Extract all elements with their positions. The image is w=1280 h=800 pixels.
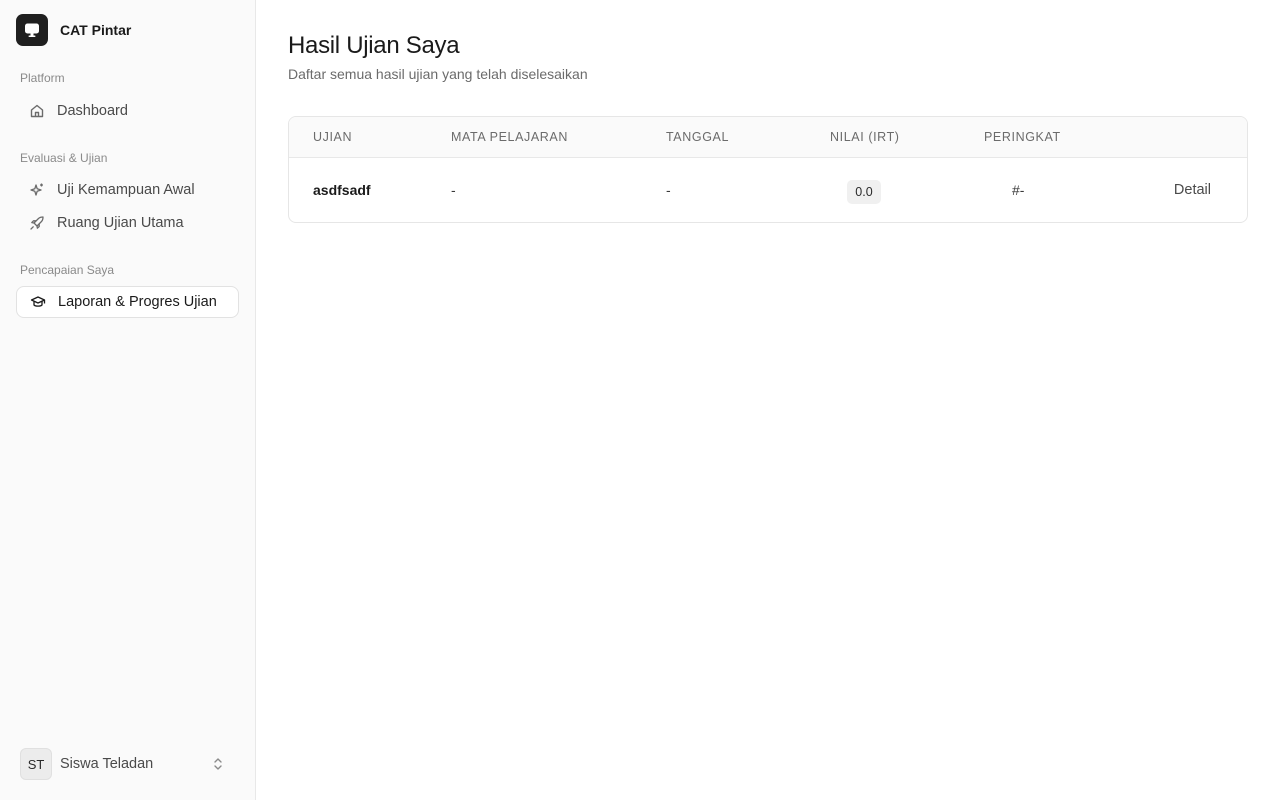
cell-mata-pelajaran: - <box>451 182 456 198</box>
section-label-platform: Platform <box>20 71 65 85</box>
score-badge: 0.0 <box>847 180 881 204</box>
rocket-icon <box>28 215 45 232</box>
page-title: Hasil Ujian Saya <box>288 32 460 59</box>
home-icon <box>28 103 45 120</box>
app-root: CAT Pintar Platform Dashboard Evaluasi &… <box>0 0 1280 800</box>
column-header-nilai: NILAI (IRT) <box>830 130 900 144</box>
page-subtitle: Daftar semua hasil ujian yang telah dise… <box>288 66 588 82</box>
section-label-evaluasi: Evaluasi & Ujian <box>20 151 108 165</box>
section-label-pencapaian: Pencapaian Saya <box>20 263 115 277</box>
sidebar-item-laporan-progres[interactable]: Laporan & Progres Ujian <box>16 286 239 318</box>
sidebar-item-uji-kemampuan-awal[interactable]: Uji Kemampuan Awal <box>16 174 239 206</box>
results-table: UJIAN MATA PELAJARAN TANGGAL NILAI (IRT)… <box>288 116 1248 223</box>
avatar: ST <box>20 748 52 780</box>
sidebar-item-label: Ruang Ujian Utama <box>57 215 184 231</box>
user-name: Siswa Teladan <box>60 756 154 772</box>
sidebar-item-label: Dashboard <box>57 103 128 119</box>
cell-ujian: asdfsadf <box>313 182 371 198</box>
detail-link[interactable]: Detail <box>1174 182 1211 198</box>
sidebar-item-ruang-ujian-utama[interactable]: Ruang Ujian Utama <box>16 207 239 239</box>
sidebar-item-label: Laporan & Progres Ujian <box>58 294 217 310</box>
app-name: CAT Pintar <box>60 22 132 38</box>
column-header-ujian: UJIAN <box>313 130 353 144</box>
sidebar: CAT Pintar Platform Dashboard Evaluasi &… <box>0 0 256 800</box>
user-menu[interactable]: ST Siswa Teladan <box>20 748 236 780</box>
column-header-mata-pelajaran: MATA PELAJARAN <box>451 130 568 144</box>
main-content: Hasil Ujian Saya Daftar semua hasil ujia… <box>256 0 1280 800</box>
column-header-peringkat: PERINGKAT <box>984 130 1061 144</box>
chevrons-up-down-icon <box>210 756 226 772</box>
cell-tanggal: - <box>666 182 671 198</box>
cell-peringkat: #- <box>1012 182 1025 198</box>
sparkles-icon <box>28 182 45 199</box>
monitor-icon <box>16 14 48 46</box>
sidebar-item-label: Uji Kemampuan Awal <box>57 182 195 198</box>
table-header: UJIAN MATA PELAJARAN TANGGAL NILAI (IRT)… <box>289 117 1247 158</box>
graduation-cap-icon <box>29 294 46 311</box>
brand[interactable]: CAT Pintar <box>16 14 131 46</box>
sidebar-item-dashboard[interactable]: Dashboard <box>16 95 239 127</box>
column-header-tanggal: TANGGAL <box>666 130 730 144</box>
table-row: asdfsadf - - 0.0 #- Detail <box>289 158 1247 222</box>
